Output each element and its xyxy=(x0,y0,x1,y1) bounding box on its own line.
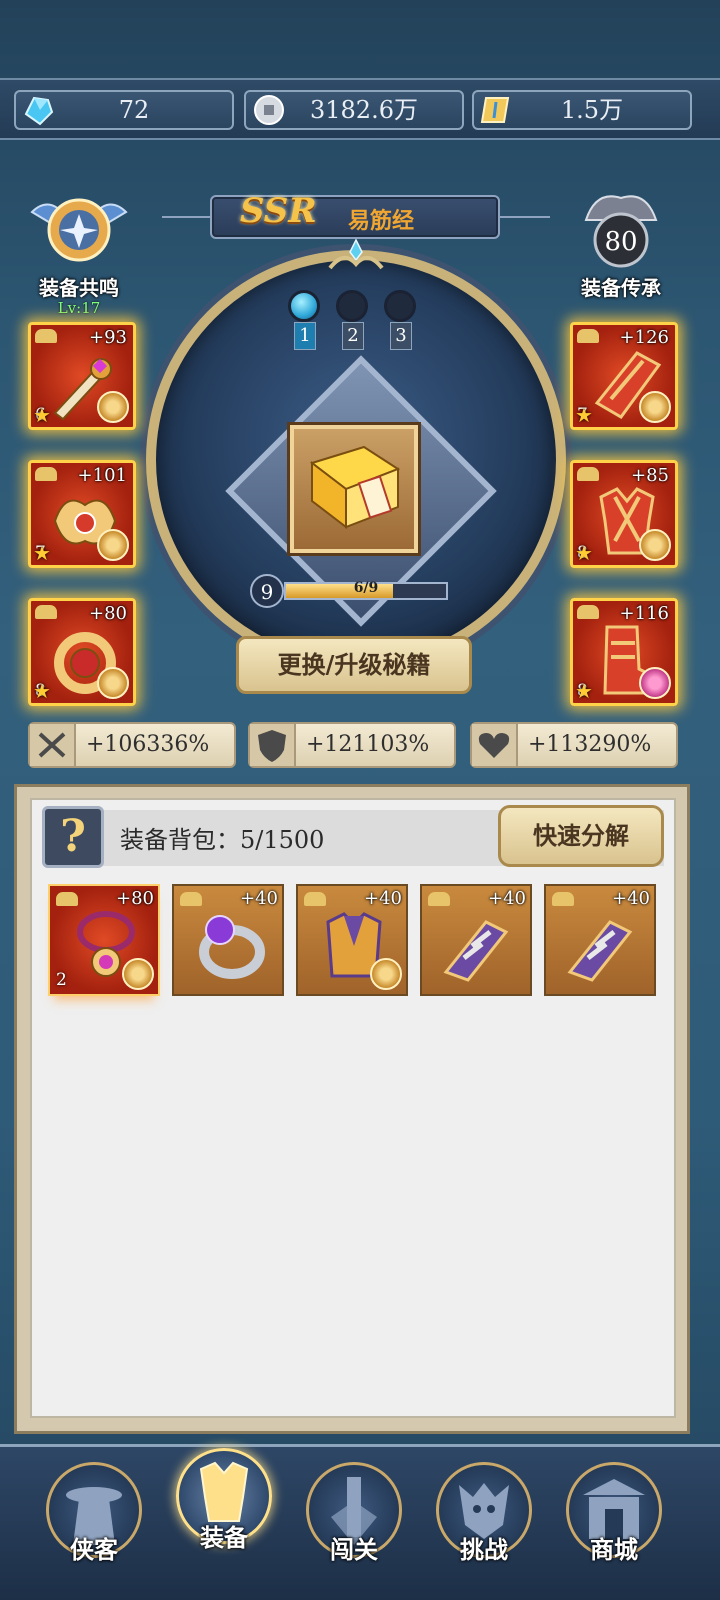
equip-slot-ring[interactable]: +80 8 xyxy=(28,598,136,706)
title-ornament-right xyxy=(500,216,550,218)
rarity-badge: SSR xyxy=(240,191,317,231)
set-mark-icon xyxy=(370,958,402,990)
lock-icon xyxy=(428,892,450,906)
equip-slot-armor[interactable]: +85 8 xyxy=(570,460,678,568)
manual-name: 易筋经 xyxy=(348,208,415,234)
backpack-item[interactable]: +40 xyxy=(420,884,532,996)
equipment-resonance-button[interactable]: 装备共鸣 Lv:17 xyxy=(24,190,134,317)
lock-icon xyxy=(180,892,202,906)
lock-icon xyxy=(577,329,599,343)
silver-value: 3182.6万 xyxy=(310,96,418,124)
gem-slot-3-number: 3 xyxy=(390,322,412,350)
inherit-value: 80 xyxy=(604,227,637,257)
change-upgrade-manual-button[interactable]: 更换/升级秘籍 xyxy=(236,636,472,694)
manual-book-icon xyxy=(309,445,401,530)
slot-star-level: 8 xyxy=(33,679,51,703)
manual-progress-text: 6/9 xyxy=(353,580,379,596)
currency-crystal[interactable]: 72 xyxy=(14,90,234,130)
backpack-item[interactable]: +40 xyxy=(172,884,284,996)
inherit-label: 装备传承 xyxy=(581,276,661,300)
stat-defense: +121103% xyxy=(248,722,456,768)
slot-star-level: 6 xyxy=(33,403,51,427)
backpack-count: 装备背包：5/1500 xyxy=(120,826,325,854)
gem-slot-2[interactable] xyxy=(336,290,368,322)
stat-health-value: +113290% xyxy=(528,732,652,757)
nav-shop-label: 商城 xyxy=(590,1535,638,1564)
currency-scroll[interactable]: 1.5万 xyxy=(472,90,692,130)
equip-slot-bracer[interactable]: +126 7 xyxy=(570,322,678,430)
gem-slot-3[interactable] xyxy=(384,290,416,322)
leg-guard-icon xyxy=(443,920,509,982)
nav-heroes-label: 侠客 xyxy=(70,1535,118,1564)
backpack-item[interactable]: +40 xyxy=(296,884,408,996)
crystal-value: 72 xyxy=(118,96,150,124)
lock-icon xyxy=(577,467,599,481)
purple-ring-icon xyxy=(199,915,265,979)
stat-health: +113290% xyxy=(470,722,678,768)
equip-slot-boots[interactable]: +116 8 xyxy=(570,598,678,706)
nav-stages-label: 闯关 xyxy=(330,1535,378,1564)
lock-icon xyxy=(552,892,574,906)
resonance-medal-icon xyxy=(30,198,128,262)
set-mark-icon xyxy=(122,958,154,990)
currency-bar: 72 3182.6万 1.5万 xyxy=(0,78,720,140)
equip-slot-amulet[interactable]: +101 7 xyxy=(28,460,136,568)
gem-slot-2-number: 2 xyxy=(342,322,364,350)
stat-defense-value: +121103% xyxy=(306,732,430,757)
backpack-item[interactable]: +80 2 xyxy=(48,884,160,996)
help-button[interactable]: ? xyxy=(42,806,104,868)
set-mark-icon xyxy=(639,391,671,423)
nav-equipment-label: 装备 xyxy=(200,1523,248,1552)
set-mark-icon xyxy=(97,529,129,561)
set-mark-icon xyxy=(97,391,129,423)
slot-star-level: 7 xyxy=(575,403,593,427)
manual-title-plate: SSR 易筋经 xyxy=(210,191,500,239)
manual-level: 9 xyxy=(250,574,284,608)
backpack-item[interactable]: +40 xyxy=(544,884,656,996)
heart-icon xyxy=(472,724,518,766)
crown-ornament-icon xyxy=(328,238,384,270)
item-star-level: 2 xyxy=(56,970,67,990)
nav-challenge-label: 挑战 xyxy=(460,1535,508,1564)
shield-icon xyxy=(250,724,296,766)
lock-icon xyxy=(35,605,57,619)
leg-guard-icon xyxy=(567,920,633,982)
scroll-value: 1.5万 xyxy=(560,96,624,124)
manual-book-button[interactable] xyxy=(290,425,418,553)
set-mark-icon xyxy=(639,667,671,699)
slot-star-level: 8 xyxy=(575,541,593,565)
equip-slot-weapon[interactable]: +93 6 xyxy=(28,322,136,430)
gold-scroll-icon xyxy=(480,97,510,123)
equipment-inherit-button[interactable]: 80 装备传承 xyxy=(566,190,676,301)
lock-icon xyxy=(304,892,326,906)
title-ornament-left xyxy=(162,216,212,218)
stat-attack-value: +106336% xyxy=(86,732,210,757)
gem-slot-1-number: 1 xyxy=(294,322,316,350)
crossed-swords-icon xyxy=(30,724,76,766)
currency-silver[interactable]: 3182.6万 xyxy=(244,90,464,130)
lock-icon xyxy=(56,892,78,906)
gem-slot-1[interactable] xyxy=(288,290,320,322)
resonance-label: 装备共鸣 xyxy=(39,276,119,300)
set-mark-icon xyxy=(639,529,671,561)
lock-icon xyxy=(35,329,57,343)
lock-icon xyxy=(35,467,57,481)
lock-icon xyxy=(577,605,599,619)
resonance-level: Lv:17 xyxy=(57,299,101,317)
set-mark-icon xyxy=(97,667,129,699)
stat-attack: +106336% xyxy=(28,722,236,768)
inherit-crest-icon: 80 xyxy=(584,195,658,268)
slot-star-level: 7 xyxy=(33,541,51,565)
slot-star-level: 8 xyxy=(575,679,593,703)
blue-crystal-icon xyxy=(24,96,54,126)
silver-coin-icon xyxy=(254,95,284,125)
quick-dismantle-button[interactable]: 快速分解 xyxy=(498,805,664,867)
